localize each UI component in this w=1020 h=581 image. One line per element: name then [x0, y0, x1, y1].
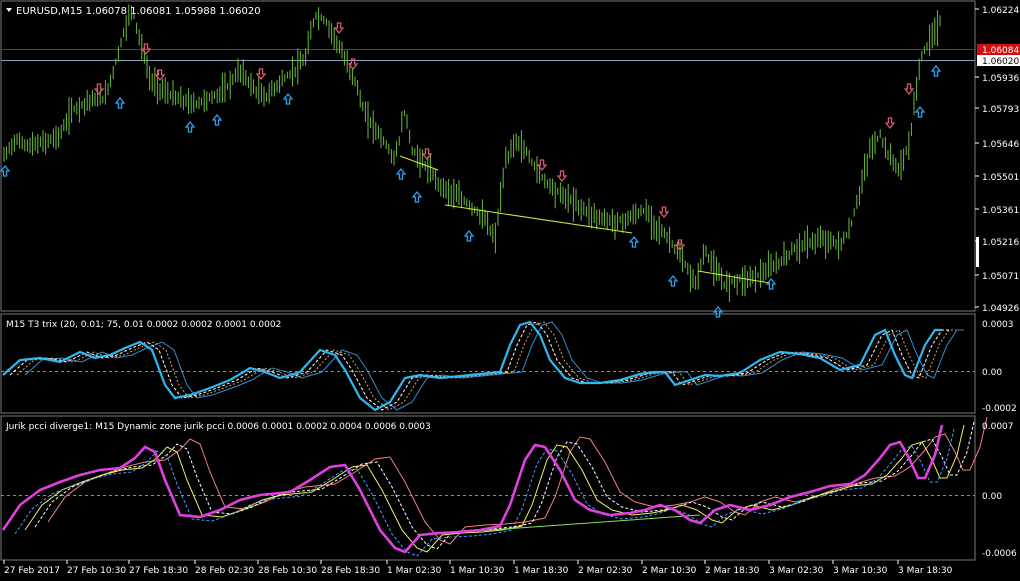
trend-line[interactable] [444, 204, 633, 234]
trix-main-line [2, 320, 942, 412]
buy-arrow-icon [184, 120, 196, 133]
buy-arrow-icon [395, 167, 407, 180]
time-tick-label: 1 Mar 18:30 [514, 566, 569, 576]
buy-arrow-icon [411, 190, 423, 203]
trix-tick: 0.0003 [982, 320, 1014, 330]
jurik-title: Jurik pcci diverge1: M15 Dynamic zone ju… [5, 422, 431, 432]
time-tick-label: 1 Mar 10:30 [450, 566, 505, 576]
buy-arrow-icon [667, 274, 679, 287]
trend-line[interactable] [697, 270, 771, 284]
buy-arrow-icon [463, 229, 475, 242]
time-tick-label: 3 Mar 18:30 [898, 566, 953, 576]
chart-canvas[interactable]: EURUSD,M15 1.06078 1.06081 1.05988 1.060… [0, 0, 1020, 581]
price-tick-label: 1.05071 [982, 272, 1019, 282]
time-tick-label: 1 Mar 02:30 [387, 566, 442, 576]
jurik-indicator-lines [1, 416, 988, 557]
trend-lines[interactable] [399, 155, 771, 284]
time-tick-label: 2 Mar 18:30 [705, 566, 760, 576]
sell-arrow-icon [658, 206, 670, 219]
trix-lagged-line [24, 321, 964, 411]
sell-arrow-icon [903, 83, 915, 96]
bid-price-label: 1.06020 [982, 57, 1019, 67]
sell-arrow-icon [333, 22, 345, 35]
time-tick-label: 28 Feb 02:30 [195, 566, 254, 576]
trix-indicator-lines [2, 320, 964, 412]
trix-tick: -0.0002 [982, 404, 1017, 414]
time-tick-label: 3 Mar 10:30 [833, 566, 888, 576]
trix-tick: 0.00 [982, 368, 1002, 378]
jurik-tick: 0.0007 [982, 422, 1014, 432]
main-chart-title: EURUSD,M15 1.06078 1.06081 1.05988 1.060… [16, 6, 261, 17]
sell-arrow-icon [884, 117, 896, 130]
price-tick-label: 1.05646 [982, 140, 1019, 150]
trix-title: M15 T3 trix (20, 0.01; 75, 0.01 0.0002 0… [6, 320, 281, 330]
time-tick-label: 2 Mar 02:30 [578, 566, 633, 576]
jurik-window-frame [0, 415, 976, 561]
red-line-price-label: 1.06084 [982, 46, 1019, 56]
price-tick-label: 1.05216 [982, 238, 1019, 248]
price-tick-label: 1.05361 [982, 206, 1019, 216]
buy-arrow-icon [628, 235, 640, 248]
price-tick-label: 1.05793 [982, 105, 1019, 115]
sell-arrow-icon [556, 170, 568, 183]
buy-arrow-icon [765, 277, 777, 290]
buy-arrow-icon [712, 305, 724, 318]
trix-signal-line [9, 321, 949, 411]
buy-arrow-icon [114, 96, 126, 109]
scroll-marker[interactable] [976, 237, 979, 267]
price-tick-label: 1.05936 [982, 74, 1019, 84]
buy-arrow-icon [211, 113, 223, 126]
time-tick-label: 28 Feb 18:30 [321, 566, 380, 576]
buy-arrow-icon [282, 92, 294, 105]
time-tick-label: 2 Mar 10:30 [642, 566, 697, 576]
time-tick-label: 27 Feb 18:30 [129, 566, 188, 576]
time-tick-label: 27 Feb 10:30 [67, 566, 126, 576]
price-tick-label: 1.05501 [982, 173, 1019, 183]
price-tick-label: 1.04926 [982, 304, 1019, 314]
time-tick-label: 3 Mar 02:30 [769, 566, 824, 576]
sell-arrow-icon [255, 68, 267, 81]
time-tick-label: 28 Feb 10:30 [258, 566, 317, 576]
buy-arrow-icon [914, 105, 926, 118]
price-tick-label: 1.06224 [982, 6, 1019, 16]
sell-arrow-icon [93, 83, 105, 96]
time-axis: 27 Feb 2017 27 Feb 10:30 27 Feb 18:30 28 Fe… [3, 560, 953, 576]
signal-arrows [0, 22, 942, 318]
jurik-tick: 0.00 [982, 492, 1002, 502]
buy-arrow-icon [0, 164, 11, 177]
time-tick-label: 27 Feb 2017 [4, 566, 60, 576]
sell-arrow-icon [421, 148, 433, 161]
trend-line[interactable] [399, 155, 439, 171]
buy-arrow-icon [930, 64, 942, 77]
jurik-lower-zone-line [14, 428, 955, 557]
chart-menu-triangle-icon[interactable] [6, 8, 12, 12]
jurik-tick: -0.0006 [982, 549, 1017, 559]
